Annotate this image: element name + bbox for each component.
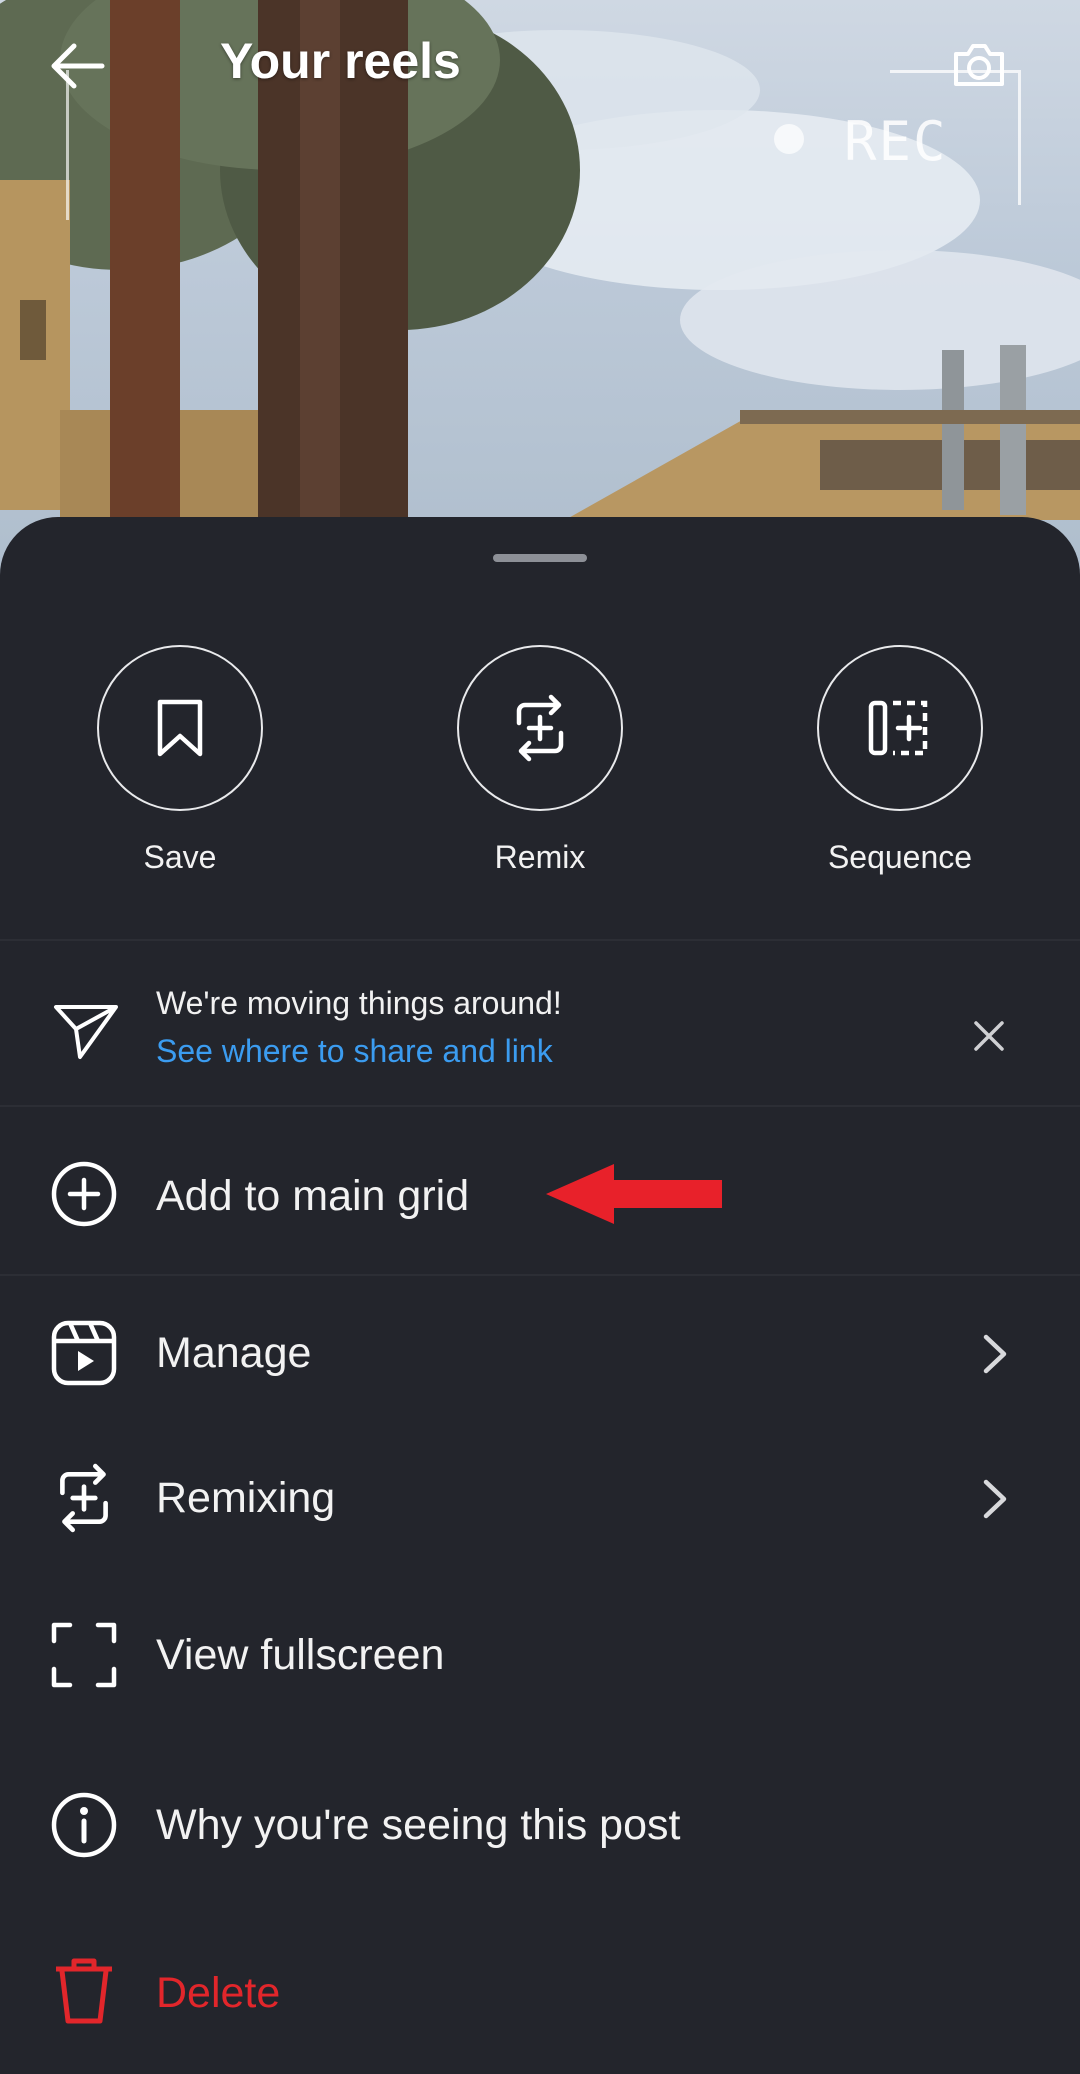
plus-circle-icon bbox=[51, 1161, 117, 1227]
rec-dot bbox=[774, 124, 804, 154]
menu-item-view-fullscreen[interactable]: View fullscreen bbox=[0, 1591, 1080, 1721]
share-notice: We're moving things around! See where to… bbox=[0, 957, 1080, 1117]
menu-item-label: Add to main grid bbox=[156, 1172, 470, 1220]
remix-icon bbox=[60, 1463, 108, 1533]
chevron-right-icon bbox=[983, 1479, 1007, 1519]
notice-link[interactable]: See where to share and link bbox=[156, 1033, 553, 1070]
divider bbox=[0, 939, 1080, 941]
annotation-arrow bbox=[546, 1164, 722, 1224]
sequence-button-circle[interactable] bbox=[817, 645, 983, 811]
menu-item-manage[interactable]: Manage bbox=[0, 1289, 1080, 1419]
sequence-label: Sequence bbox=[827, 839, 973, 875]
notice-title: We're moving things around! bbox=[156, 985, 562, 1021]
arrow-left-icon[interactable] bbox=[48, 36, 108, 96]
menu-item-add-to-main-grid[interactable]: Add to main grid bbox=[0, 1132, 1080, 1262]
menu-item-why-seeing-post[interactable]: Why you're seeing this post bbox=[0, 1761, 1080, 1891]
menu-item-label: View fullscreen bbox=[156, 1631, 445, 1679]
divider bbox=[0, 1105, 1080, 1107]
rec-label: REC bbox=[844, 110, 948, 173]
save-label: Save bbox=[143, 839, 217, 875]
paper-plane-icon bbox=[54, 1005, 118, 1059]
menu-item-label: Manage bbox=[156, 1329, 312, 1377]
menu-item-label: Remixing bbox=[156, 1474, 336, 1522]
remix-button-circle[interactable] bbox=[457, 645, 623, 811]
top-bar: Your reels REC bbox=[0, 0, 1080, 220]
close-icon[interactable] bbox=[966, 1013, 1012, 1059]
sequence-icon bbox=[868, 700, 928, 756]
bookmark-icon bbox=[157, 699, 203, 757]
fullscreen-icon bbox=[51, 1622, 117, 1688]
divider bbox=[0, 1274, 1080, 1276]
remix-icon bbox=[516, 694, 564, 762]
menu-item-label: Delete bbox=[156, 1969, 281, 2017]
reels-clapper-icon bbox=[51, 1320, 117, 1386]
menu-item-label: Why you're seeing this post bbox=[156, 1801, 681, 1849]
save-button[interactable]: Save bbox=[60, 645, 300, 876]
chevron-right-icon bbox=[983, 1334, 1007, 1374]
sequence-button[interactable]: Sequence bbox=[780, 645, 1020, 876]
sheet-drag-handle[interactable] bbox=[493, 554, 587, 562]
save-button-circle[interactable] bbox=[97, 645, 263, 811]
remix-label: Remix bbox=[494, 839, 586, 875]
info-icon bbox=[51, 1792, 117, 1858]
page-title: Your reels bbox=[220, 33, 461, 89]
camera-icon[interactable] bbox=[948, 34, 1010, 96]
menu-item-remixing[interactable]: Remixing bbox=[0, 1434, 1080, 1564]
trash-icon bbox=[56, 1958, 112, 2024]
menu-item-delete[interactable]: Delete bbox=[0, 1929, 1080, 2059]
quick-actions-row: Save Remix Sequence bbox=[0, 645, 1080, 885]
remix-button[interactable]: Remix bbox=[420, 645, 660, 876]
options-bottom-sheet: Save Remix Sequence We're moving things … bbox=[0, 517, 1080, 2074]
